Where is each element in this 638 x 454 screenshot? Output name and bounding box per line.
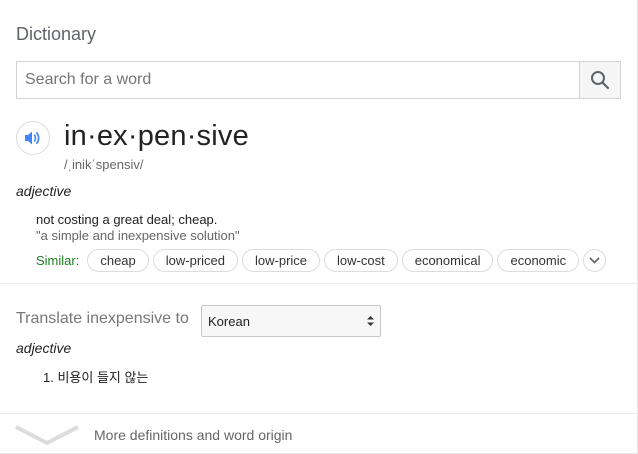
footer-divider [0,413,638,414]
example-sentence: "a simple and inexpensive solution" [36,228,240,243]
similar-chip-low-price[interactable]: low-price [242,249,321,272]
card-title: Dictionary [16,24,97,44]
search-box [16,61,621,99]
speaker-icon [25,131,40,145]
similar-chip-economical[interactable]: economical [401,249,494,272]
chevron-down-large-icon[interactable] [14,424,80,446]
similar-chip-economic[interactable]: economic [497,249,580,272]
chevron-down-icon [589,257,600,264]
more-definitions-link[interactable]: More definitions and word origin [94,427,292,443]
definition-text: not costing a great deal; cheap. [36,212,218,227]
language-select-value: Korean [208,314,250,329]
expand-similar-button[interactable] [583,249,607,272]
select-arrows-icon [367,316,374,326]
similar-chip-low-priced[interactable]: low-priced [152,249,239,272]
translation-item: 1. 비용이 들지 않는 [43,370,149,385]
search-icon [591,71,610,90]
translate-label: Translate inexpensive to [16,310,189,327]
section-divider [0,283,638,284]
phonetic-spelling: /ˌinikˈspensiv/ [64,157,144,172]
similar-chip-low-cost[interactable]: low-cost [324,249,398,272]
similar-chip-cheap[interactable]: cheap [87,249,149,272]
similar-label: Similar: [36,253,80,268]
pronunciation-button[interactable] [16,121,50,155]
part-of-speech: adjective [16,183,72,199]
search-input[interactable] [17,62,581,98]
headword: in·ex·pen·sive [64,120,249,152]
translation-part-of-speech: adjective [16,340,72,356]
dictionary-card: Dictionary in·ex·pen·sive /ˌinikˈspensiv… [0,0,638,454]
language-select[interactable]: Korean [201,305,381,337]
search-button[interactable] [579,62,620,98]
similar-words-row: Similar: cheap low-priced low-price low-… [36,248,607,273]
